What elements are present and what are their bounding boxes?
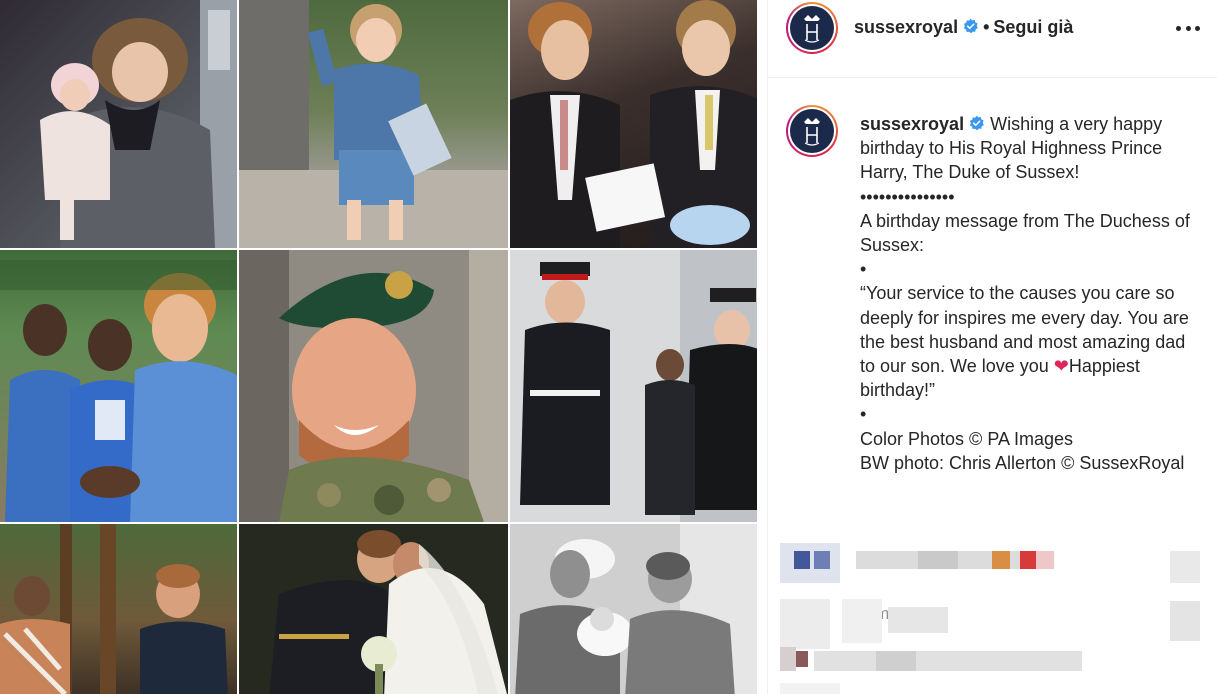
photo-tile-3 bbox=[510, 0, 757, 248]
photo-boy-waving bbox=[239, 0, 508, 248]
pixelated-block bbox=[876, 651, 916, 671]
photo-schoolchildren-handshake bbox=[0, 260, 237, 522]
caption-quote: “Your service to the causes you care so … bbox=[860, 281, 1200, 402]
caption-credit-color: Color Photos © PA Images bbox=[860, 428, 1074, 449]
photo-ceremonial-uniforms bbox=[510, 250, 757, 522]
pixelated-block bbox=[1170, 601, 1200, 641]
header-username[interactable]: sussexroyal bbox=[854, 17, 958, 37]
post-header: sussexroyal • Segui già bbox=[768, 0, 1217, 78]
photo-woman-with-baby bbox=[40, 0, 237, 248]
pixelated-block bbox=[814, 551, 830, 569]
photo-brothers-in-suits bbox=[510, 0, 757, 248]
caption-text: sussexroyal Wishing a very happy birthda… bbox=[860, 112, 1200, 475]
profile-avatar[interactable] bbox=[786, 2, 838, 54]
caption-avatar[interactable] bbox=[786, 105, 838, 157]
caption-credit-bw: BW photo: Chris Allerton © SussexRoyal bbox=[860, 452, 1185, 473]
pixelated-block bbox=[1170, 551, 1200, 583]
photo-tile-9 bbox=[510, 524, 757, 694]
photo-tile-5 bbox=[239, 250, 508, 522]
photo-soldier-beret bbox=[239, 250, 508, 522]
photo-tile-2 bbox=[239, 0, 508, 248]
header-user-line: sussexroyal • Segui già bbox=[854, 17, 1073, 38]
photo-forest-visit bbox=[0, 524, 228, 694]
caption-intro: A birthday message from The Duchess of S… bbox=[860, 210, 1190, 256]
caption-username[interactable]: sussexroyal bbox=[860, 114, 964, 134]
verified-badge-icon bbox=[964, 18, 978, 34]
pixelated-avatar bbox=[780, 543, 840, 583]
following-button[interactable]: Segui già bbox=[993, 17, 1073, 37]
pixelated-block bbox=[780, 647, 796, 671]
pixelated-block bbox=[814, 651, 1082, 671]
photo-tile-1 bbox=[0, 0, 237, 248]
post-sidebar: sussexroyal • Segui già sussexroyal Wish… bbox=[767, 0, 1217, 694]
more-horizontal-icon[interactable] bbox=[1176, 16, 1200, 40]
caption-line-1: sussexroyal Wishing a very happy birthda… bbox=[860, 112, 1200, 185]
photo-tile-8 bbox=[239, 524, 508, 694]
pixelated-block bbox=[842, 599, 882, 643]
caption-divider-dots: ••••••••••••••• bbox=[860, 186, 955, 207]
verified-badge-icon bbox=[970, 115, 984, 131]
pixelated-block bbox=[888, 607, 948, 633]
pixelated-block bbox=[796, 651, 808, 667]
header-separator: • bbox=[983, 17, 990, 37]
photo-tile-4 bbox=[0, 250, 237, 522]
photo-wedding-kiss bbox=[239, 524, 508, 694]
monogram-logo-icon bbox=[790, 109, 834, 153]
photo-family-black-white bbox=[510, 524, 757, 694]
pixelated-avatar bbox=[780, 599, 830, 649]
monogram-logo-icon bbox=[790, 6, 834, 50]
photo-tile-6 bbox=[510, 250, 757, 522]
pixelated-block bbox=[918, 551, 958, 569]
photo-tile-7 bbox=[0, 524, 237, 694]
pixelated-block bbox=[794, 551, 810, 569]
photo-collage bbox=[0, 0, 757, 694]
comments-blurred bbox=[768, 535, 1217, 694]
pixelated-block bbox=[1036, 551, 1054, 569]
pixelated-block bbox=[992, 551, 1010, 569]
heart-icon: ❤ bbox=[1053, 356, 1069, 377]
caption-bullet: • bbox=[860, 404, 867, 425]
caption-bullet: • bbox=[860, 259, 867, 280]
pixelated-block bbox=[1020, 551, 1036, 569]
pixelated-block bbox=[780, 683, 840, 694]
post-media[interactable] bbox=[0, 0, 757, 694]
